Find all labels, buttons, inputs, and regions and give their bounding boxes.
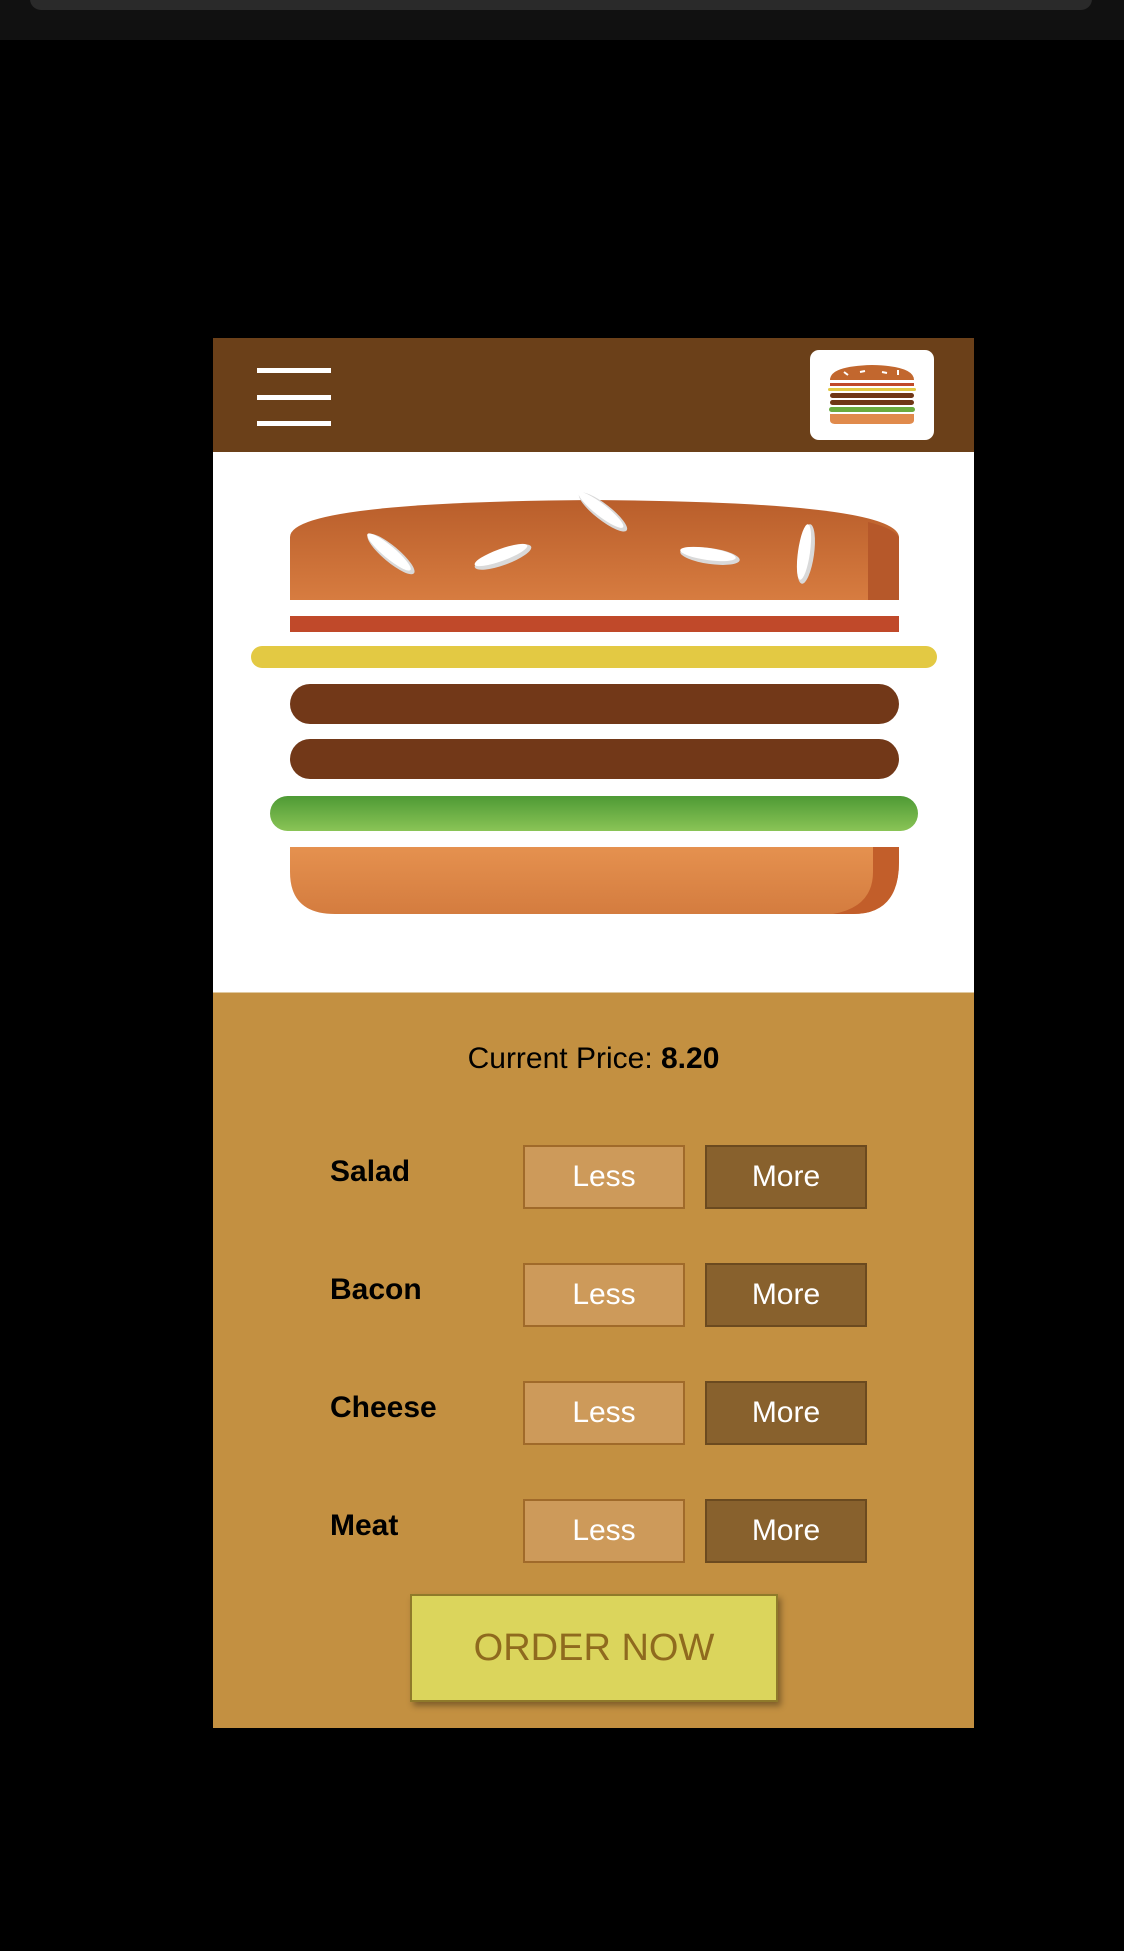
bacon-more-button[interactable]: More [705,1263,867,1327]
ingredient-row-salad: Salad Less More [213,1145,974,1211]
ingredient-row-bacon: Bacon Less More [213,1263,974,1329]
bacon-less-button[interactable]: Less [523,1263,685,1327]
burger-app: Current Price: 8.20 Salad Less More Baco… [213,338,974,1728]
burger-logo-icon[interactable] [810,350,934,440]
ingredient-label: Bacon [330,1273,422,1306]
menu-bar-line [257,395,331,400]
price-value: 8.20 [661,1042,720,1075]
ingredient-row-cheese: Cheese Less More [213,1381,974,1447]
ingredient-row-meat: Meat Less More [213,1499,974,1565]
top-bun [290,492,899,600]
app-header [213,338,974,452]
cheese-layer [251,646,937,668]
meat-less-button[interactable]: Less [523,1499,685,1563]
ingredient-label: Cheese [330,1391,437,1424]
menu-bar-line [257,368,331,373]
browser-address-bar[interactable] [30,0,1092,10]
salad-layer [270,796,918,831]
bottom-bun [290,847,899,914]
price-label: Current Price: [467,1042,653,1075]
burger-illustration [213,452,974,993]
cheese-more-button[interactable]: More [705,1381,867,1445]
cheese-less-button[interactable]: Less [523,1381,685,1445]
browser-top-bar [0,0,1124,40]
ingredient-label: Salad [330,1155,411,1188]
menu-bar-line [257,421,331,426]
order-now-button[interactable]: ORDER NOW [410,1594,778,1702]
salad-less-button[interactable]: Less [523,1145,685,1209]
current-price: Current Price: 8.20 [213,1042,974,1076]
salad-more-button[interactable]: More [705,1145,867,1209]
meat-layer [290,739,899,779]
ingredient-label: Meat [330,1509,399,1542]
hamburger-menu-icon[interactable] [257,368,333,428]
meat-more-button[interactable]: More [705,1499,867,1563]
bacon-layer [290,616,899,632]
meat-layer [290,684,899,724]
